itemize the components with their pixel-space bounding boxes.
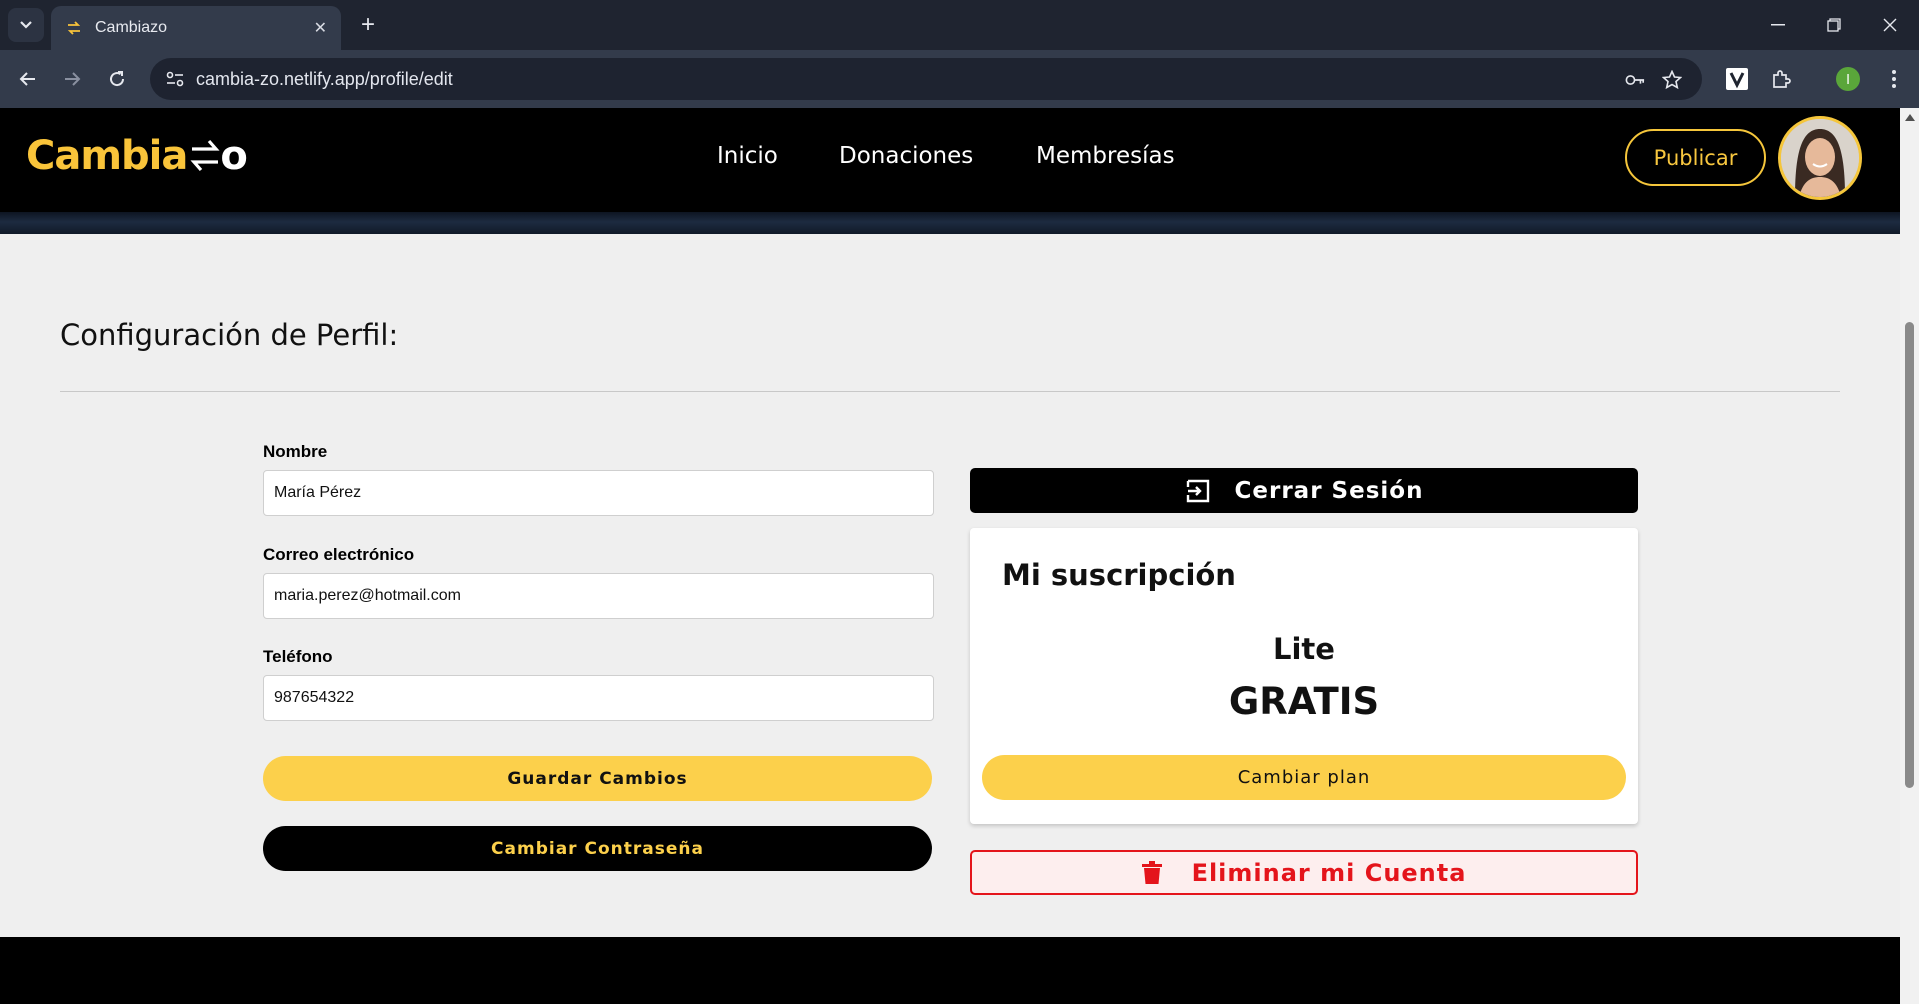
forward-arrow-icon[interactable]	[56, 62, 90, 96]
nav-membresias[interactable]: Membresías	[1036, 143, 1175, 169]
url-text[interactable]: cambia-zo.netlify.app/profile/edit	[196, 69, 453, 90]
delete-account-button[interactable]: Eliminar mi Cuenta	[970, 850, 1638, 895]
nav-inicio[interactable]: Inicio	[717, 143, 778, 169]
bookmark-star-icon[interactable]	[1662, 70, 1682, 90]
trash-icon	[1141, 860, 1162, 885]
scroll-thumb[interactable]	[1905, 322, 1914, 788]
browser-tab-bar: Cambiazo ✕ +	[0, 0, 1919, 50]
header-divider-strip	[0, 212, 1900, 234]
phone-label: Teléfono	[263, 647, 333, 666]
profile-avatar-icon[interactable]: I	[1833, 64, 1863, 94]
nav-donaciones[interactable]: Donaciones	[839, 143, 973, 169]
logout-button[interactable]: Cerrar Sesión	[970, 468, 1638, 513]
delete-account-label: Eliminar mi Cuenta	[1191, 858, 1467, 887]
change-plan-button[interactable]: Cambiar plan	[982, 755, 1626, 800]
page-scrollbar[interactable]	[1900, 108, 1919, 1004]
main-nav: Inicio Donaciones Membresías	[0, 143, 1900, 173]
browser-toolbar: cambia-zo.netlify.app/profile/edit I	[0, 50, 1919, 108]
profile-settings-content: Configuración de Perfil: Nombre Correo e…	[0, 234, 1900, 937]
subscription-title: Mi suscripción	[1002, 558, 1236, 592]
close-window-icon[interactable]	[1862, 0, 1918, 50]
logout-icon	[1185, 478, 1211, 504]
user-avatar[interactable]	[1778, 116, 1862, 200]
site-header: Cambia o Inicio Donaciones Membresías Pu…	[0, 108, 1900, 234]
email-field[interactable]	[263, 573, 934, 619]
email-label: Correo electrónico	[263, 545, 415, 564]
restore-icon[interactable]	[1806, 0, 1862, 50]
subscription-card: Mi suscripción Lite GRATIS Cambiar plan	[970, 528, 1638, 824]
back-arrow-icon[interactable]	[10, 62, 44, 96]
extension-v-icon[interactable]	[1722, 64, 1752, 94]
reload-icon[interactable]	[100, 62, 134, 96]
change-password-button[interactable]: Cambiar Contraseña	[263, 826, 932, 871]
cambiazo-favicon-icon	[65, 19, 83, 37]
scroll-up-arrow-icon[interactable]	[1905, 114, 1915, 121]
new-tab-button[interactable]: +	[352, 9, 384, 41]
extensions-puzzle-icon[interactable]	[1766, 64, 1796, 94]
plan-name: Lite	[1273, 632, 1335, 666]
browser-menu-icon[interactable]	[1879, 64, 1909, 94]
publish-button[interactable]: Publicar	[1625, 129, 1766, 186]
page-title: Configuración de Perfil:	[60, 318, 399, 352]
page-viewport: Cambia o Inicio Donaciones Membresías Pu…	[0, 108, 1900, 1004]
password-key-icon[interactable]	[1625, 70, 1645, 90]
tab-title: Cambiazo	[95, 19, 168, 36]
phone-field[interactable]	[263, 675, 934, 721]
minimize-icon[interactable]	[1750, 0, 1806, 50]
plan-price: GRATIS	[1228, 680, 1380, 723]
tab-search-chevron-icon[interactable]	[8, 8, 44, 42]
address-bar[interactable]: cambia-zo.netlify.app/profile/edit	[150, 58, 1702, 100]
save-changes-button[interactable]: Guardar Cambios	[263, 756, 932, 801]
site-info-icon[interactable]	[162, 66, 188, 92]
tab-close-icon[interactable]: ✕	[314, 18, 327, 38]
name-field[interactable]	[263, 470, 934, 516]
site-footer	[0, 937, 1900, 1004]
profile-initial: I	[1846, 73, 1850, 88]
logout-label: Cerrar Sesión	[1234, 477, 1424, 504]
name-label: Nombre	[263, 442, 328, 461]
title-divider	[60, 391, 1840, 392]
browser-tab[interactable]: Cambiazo ✕	[51, 6, 341, 50]
